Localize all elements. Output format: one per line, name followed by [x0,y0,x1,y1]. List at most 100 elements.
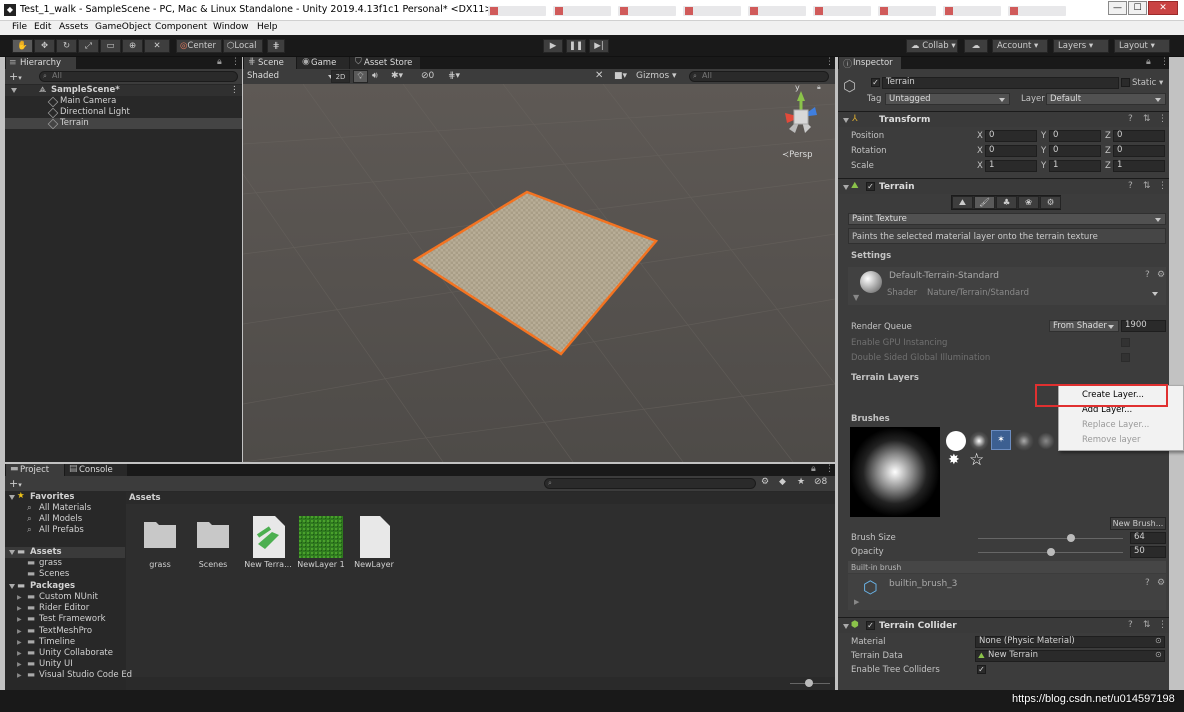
tools-icon[interactable]: ✕ [595,70,603,81]
help-icon[interactable]: ? [1145,578,1150,588]
lock-icon[interactable]: 🔒︎ [1146,57,1151,67]
create-dropdown[interactable]: +▾ [9,70,22,83]
panel-menu-icon[interactable]: ⋮ [231,57,240,67]
transform-y-field[interactable]: 1 [1049,160,1101,172]
transform-header[interactable]: ⅄ Transform ? ⇅ ⋮ [838,111,1169,127]
settings-gear-icon[interactable]: ⚙ [1157,270,1165,280]
gpu-instancing-checkbox[interactable] [1121,338,1130,347]
opacity-slider-thumb[interactable] [1046,548,1055,556]
object-name-field[interactable]: Terrain [882,77,1119,89]
menu-edit[interactable]: Edit [34,22,51,32]
static-dropdown[interactable]: Static ▾ [1132,78,1163,88]
cloud-icon[interactable]: ☁ [964,39,988,53]
fold-arrow-icon[interactable] [9,584,15,589]
brush-dark-icon[interactable] [1036,431,1056,451]
pivot-center-button[interactable]: ◎Center [176,39,222,53]
transform-y-field[interactable]: 0 [1049,130,1101,142]
search-by-label-icon[interactable]: ◆ [779,477,786,487]
collider-enabled-checkbox[interactable]: ✓ [866,621,875,630]
terrain-settings-icon[interactable]: ⚙ [1040,196,1061,209]
transform-z-field[interactable]: 0 [1113,130,1165,142]
collab-dropdown[interactable]: ☁ Collab ▾ [906,39,958,53]
menu-gameobject[interactable]: GameObject [95,22,151,32]
project-search-input[interactable] [544,478,756,489]
preset-icon[interactable]: ⇅ [1143,620,1151,630]
tree-colliders-checkbox[interactable]: ✓ [977,665,986,674]
lighting-toggle-icon[interactable]: 💡︎ [353,70,368,83]
paint-brush-icon[interactable]: 🖌︎ [974,196,995,209]
brush-solid-circle-icon[interactable] [946,431,966,451]
brush-star-icon[interactable]: ☆ [969,450,984,470]
component-menu-icon[interactable]: ⋮ [1158,181,1167,191]
brush-selected-icon[interactable]: ✶ [991,430,1011,450]
fold-arrow-icon[interactable]: ▶ [17,605,22,612]
pivot-local-button[interactable]: ⬡Local [223,39,263,53]
settings-gear-icon[interactable]: ⚙ [1157,578,1165,588]
custom-tool-icon[interactable]: ✕ [144,39,170,53]
collider-material-field[interactable]: None (Physic Material) [975,636,1165,648]
favorites-header[interactable]: ★ Favorites [5,491,125,503]
brush-spark-icon[interactable]: ✸ [948,452,960,468]
2d-toggle[interactable]: 2D [331,70,350,83]
brush-size-field[interactable]: 64 [1130,532,1166,544]
fold-arrow-icon[interactable] [843,118,849,123]
fold-arrow-icon[interactable]: ▶ [17,628,22,635]
hand-tool-icon[interactable]: ✋ [12,39,33,53]
object-picker-icon[interactable]: ⊙ [1155,650,1162,659]
asset-item-scenes[interactable]: Scenes [194,516,232,576]
packages-header[interactable]: ▬ Packages [5,581,125,592]
fold-arrow-icon[interactable] [11,88,17,93]
breadcrumb-assets[interactable]: Assets [129,493,161,503]
lock-icon[interactable]: 🔒︎ [217,57,222,67]
paint-tool-dropdown[interactable]: Paint Texture [848,213,1166,225]
terrain-collider-header[interactable]: ⬢ ✓ Terrain Collider ? ⇅ ⋮ [838,617,1169,633]
help-icon[interactable]: ? [1128,181,1133,191]
component-menu-icon[interactable]: ⋮ [1158,620,1167,630]
scene-search-input[interactable]: All [689,71,829,82]
orientation-gizmo[interactable]: y 🔒︎ [775,83,831,147]
fold-arrow-icon[interactable] [843,624,849,629]
help-icon[interactable]: ? [1128,620,1133,630]
terrain-data-field[interactable]: New Terrain [975,650,1165,662]
layers-dropdown[interactable]: Layers ▾ [1053,39,1109,53]
scene-menu-icon[interactable]: ⋮ [230,85,239,95]
active-checkbox[interactable]: ✓ [871,78,880,87]
transform-y-field[interactable]: 0 [1049,145,1101,157]
paint-trees-icon[interactable]: ♣ [996,196,1017,209]
transform-z-field[interactable]: 1 [1113,160,1165,172]
assets-tree-root[interactable]: ▬ Assets [5,547,125,558]
maximize-button[interactable]: ☐ [1128,1,1147,15]
menu-component[interactable]: Component [155,22,207,32]
shader-dropdown[interactable]: Nature/Terrain/Standard [923,287,1163,299]
transform-x-field[interactable]: 0 [985,145,1037,157]
menu-window[interactable]: Window [213,22,249,32]
step-button[interactable]: ▶| [589,39,609,53]
asset-item-newlayer[interactable]: NewLayer [354,516,394,576]
favorite-star-icon[interactable]: ★ [797,477,805,487]
rotate-tool-icon[interactable]: ↻ [56,39,77,53]
scene-row[interactable]: ⟁ SampleScene* ⋮ [5,85,242,96]
create-dropdown[interactable]: +▾ [9,477,22,490]
render-queue-dropdown[interactable]: From Shader [1049,320,1119,332]
help-icon[interactable]: ? [1128,114,1133,124]
account-dropdown[interactable]: Account ▾ [992,39,1048,53]
perspective-label[interactable]: ≺Persp [782,150,813,160]
brush-soft-circle-icon[interactable] [969,431,989,451]
fold-arrow-icon[interactable]: ▶ [17,650,22,657]
preset-icon[interactable]: ⇅ [1143,181,1151,191]
scene-viewport[interactable] [243,84,835,462]
terrain-component-header[interactable]: ⛰ ✓ Terrain ? ⇅ ⋮ [838,178,1169,194]
fold-arrow-icon[interactable]: ▶ [17,616,22,623]
audio-toggle-icon[interactable]: 🔊︎ [372,71,378,81]
tag-dropdown[interactable]: Untagged [885,93,1010,105]
fold-arrow-icon[interactable] [9,495,15,500]
move-tool-icon[interactable]: ✥ [34,39,55,53]
shading-mode-dropdown[interactable]: Shaded [243,70,339,82]
transform-tool-icon[interactable]: ⊕ [122,39,143,53]
camera-icon[interactable]: ■▾ [614,71,627,81]
pause-button[interactable]: ❚❚ [566,39,586,53]
close-button[interactable]: ✕ [1148,1,1178,15]
static-checkbox[interactable] [1121,78,1130,87]
menu-help[interactable]: Help [257,22,278,32]
fold-arrow-icon[interactable] [9,550,15,555]
